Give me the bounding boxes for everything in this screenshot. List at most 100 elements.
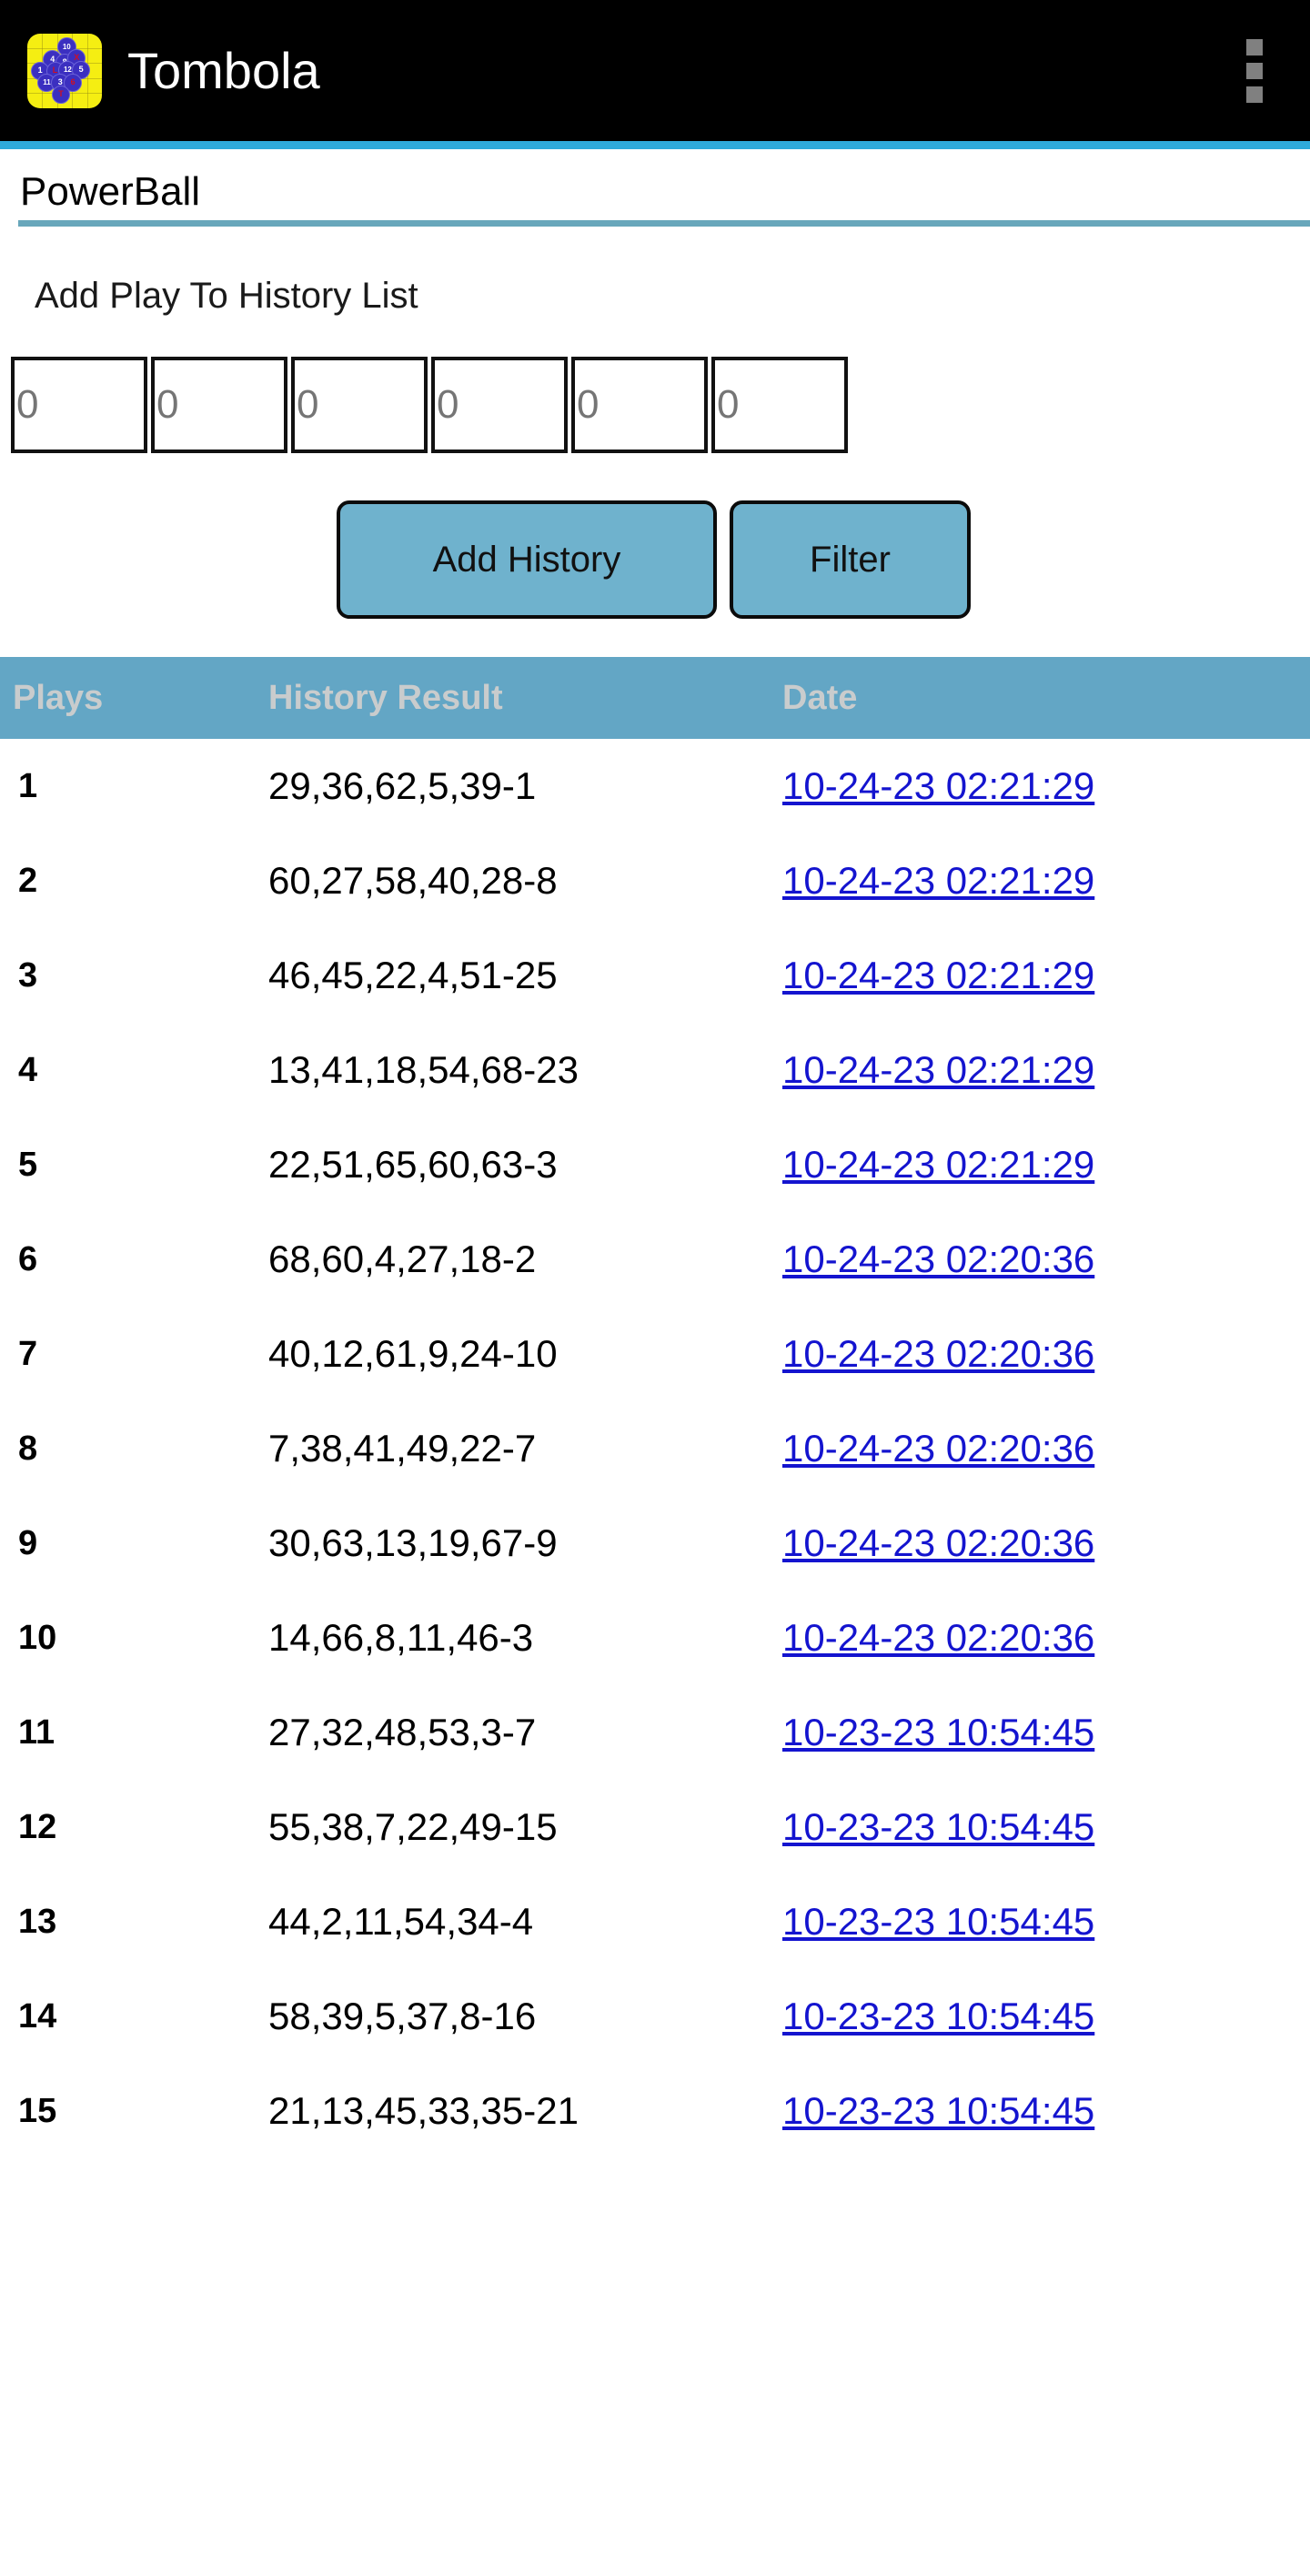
cell-history-result: 58,39,5,37,8-16 xyxy=(268,1995,537,2037)
cell-date: 10-24-23 02:20:36 xyxy=(782,1521,1310,1565)
date-link[interactable]: 10-24-23 02:21:29 xyxy=(782,954,1094,996)
date-link[interactable]: 10-23-23 10:54:45 xyxy=(782,1995,1094,2037)
cell-date: 10-24-23 02:20:36 xyxy=(782,1616,1310,1660)
history-table: Plays History Result Date 1 29,36,62,5,39… xyxy=(0,657,1310,2158)
table-row: 1 29,36,62,5,39-1 10-24-23 02:21:29 xyxy=(0,739,1310,833)
table-row: 8 7,38,41,49,22-7 10-24-23 02:20:36 xyxy=(0,1401,1310,1496)
cell-date: 10-24-23 02:20:36 xyxy=(782,1237,1310,1281)
date-link[interactable]: 10-24-23 02:20:36 xyxy=(782,1332,1094,1375)
game-selector-underline xyxy=(18,220,1310,227)
number-input-5[interactable] xyxy=(571,357,708,453)
cell-history-result: 55,38,7,22,49-15 xyxy=(268,1805,558,1848)
cell-date: 10-24-23 02:21:29 xyxy=(782,859,1310,903)
cell-history-result: 21,13,45,33,35-21 xyxy=(268,2089,579,2132)
app-title: Tombola xyxy=(127,42,320,99)
overflow-menu-icon[interactable] xyxy=(1234,30,1275,112)
cell-play-number: 3 xyxy=(18,955,38,995)
cell-date: 10-24-23 02:20:36 xyxy=(782,1427,1310,1470)
column-header-date[interactable]: Date xyxy=(782,679,1310,718)
section-label: Add Play To History List xyxy=(35,276,418,316)
cell-play-number: 11 xyxy=(18,1712,55,1752)
cell-date: 10-23-23 10:54:45 xyxy=(782,2089,1310,2133)
date-link[interactable]: 10-23-23 10:54:45 xyxy=(782,1805,1094,1848)
cell-date: 10-24-23 02:21:29 xyxy=(782,764,1310,808)
cell-history-result: 7,38,41,49,22-7 xyxy=(268,1427,537,1470)
game-selector[interactable]: PowerBall xyxy=(0,169,1310,220)
cell-history-result: 22,51,65,60,63-3 xyxy=(268,1143,558,1186)
cell-history-result: 14,66,8,11,46-3 xyxy=(268,1616,534,1659)
date-link[interactable]: 10-23-23 10:54:45 xyxy=(782,1900,1094,1943)
cell-history-result: 27,32,48,53,3-7 xyxy=(268,1711,537,1753)
cell-play-number: 4 xyxy=(18,1050,38,1089)
cell-date: 10-23-23 10:54:45 xyxy=(782,1900,1310,1944)
table-row: 13 44,2,11,54,34-4 10-23-23 10:54:45 xyxy=(0,1874,1310,1969)
cell-history-result: 46,45,22,4,51-25 xyxy=(268,954,558,996)
table-body: 1 29,36,62,5,39-1 10-24-23 02:21:29 2 60,27,… xyxy=(0,739,1310,2158)
accent-bar xyxy=(0,141,1310,149)
table-row: 2 60,27,58,40,28-8 10-24-23 02:21:29 xyxy=(0,833,1310,928)
cell-history-result: 40,12,61,9,24-10 xyxy=(268,1332,558,1375)
cell-date: 10-24-23 02:21:29 xyxy=(782,1048,1310,1092)
cell-play-number: 9 xyxy=(18,1523,38,1562)
date-link[interactable]: 10-23-23 10:54:45 xyxy=(782,1711,1094,1753)
date-link[interactable]: 10-24-23 02:21:29 xyxy=(782,1048,1094,1091)
cell-history-result: 68,60,4,27,18-2 xyxy=(268,1237,537,1280)
cell-history-result: 13,41,18,54,68-23 xyxy=(268,1048,579,1091)
number-input-row xyxy=(11,357,1310,453)
cell-play-number: 8 xyxy=(18,1429,38,1468)
overflow-dot xyxy=(1246,38,1263,56)
cell-history-result: 60,27,58,40,28-8 xyxy=(268,859,558,902)
filter-button[interactable]: Filter xyxy=(730,500,971,619)
date-link[interactable]: 10-23-23 10:54:45 xyxy=(782,2089,1094,2132)
cell-play-number: 14 xyxy=(18,1996,57,2036)
cell-play-number: 13 xyxy=(18,1902,57,1941)
cell-play-number: 6 xyxy=(18,1239,38,1278)
date-link[interactable]: 10-24-23 02:21:29 xyxy=(782,764,1094,807)
date-link[interactable]: 10-24-23 02:20:36 xyxy=(782,1521,1094,1564)
cell-play-number: 7 xyxy=(18,1334,38,1373)
date-link[interactable]: 10-24-23 02:20:36 xyxy=(782,1427,1094,1470)
app-bar: 1048X1L1251136T Tombola xyxy=(0,0,1310,141)
game-selector-wrap: PowerBall xyxy=(0,149,1310,227)
overflow-dot xyxy=(1246,62,1263,79)
cell-date: 10-24-23 02:20:36 xyxy=(782,1332,1310,1376)
table-row: 3 46,45,22,4,51-25 10-24-23 02:21:29 xyxy=(0,928,1310,1023)
date-link[interactable]: 10-24-23 02:20:36 xyxy=(782,1237,1094,1280)
tombola-app-icon: 1048X1L1251136T xyxy=(27,33,102,108)
cell-play-number: 2 xyxy=(18,861,38,900)
cell-date: 10-24-23 02:21:29 xyxy=(782,1143,1310,1187)
date-link[interactable]: 10-24-23 02:20:36 xyxy=(782,1616,1094,1659)
number-input-4[interactable] xyxy=(431,357,568,453)
cell-play-number: 5 xyxy=(18,1145,38,1184)
cell-date: 10-24-23 02:21:29 xyxy=(782,954,1310,997)
overflow-dot xyxy=(1246,86,1263,103)
cell-history-result: 29,36,62,5,39-1 xyxy=(268,764,537,807)
table-row: 14 58,39,5,37,8-16 10-23-23 10:54:45 xyxy=(0,1969,1310,2064)
action-button-row: Add History Filter xyxy=(337,500,1310,619)
icon-ball: T xyxy=(52,85,71,104)
cell-play-number: 15 xyxy=(18,2091,57,2130)
table-row: 4 13,41,18,54,68-23 10-24-23 02:21:29 xyxy=(0,1023,1310,1117)
table-row: 7 40,12,61,9,24-10 10-24-23 02:20:36 xyxy=(0,1307,1310,1401)
cell-history-result: 44,2,11,54,34-4 xyxy=(268,1900,534,1943)
date-link[interactable]: 10-24-23 02:21:29 xyxy=(782,1143,1094,1186)
date-link[interactable]: 10-24-23 02:21:29 xyxy=(782,859,1094,902)
table-row: 15 21,13,45,33,35-21 10-23-23 10:54:45 xyxy=(0,2064,1310,2158)
number-input-3[interactable] xyxy=(291,357,428,453)
number-input-1[interactable] xyxy=(11,357,147,453)
cell-date: 10-23-23 10:54:45 xyxy=(782,1711,1310,1754)
cell-date: 10-23-23 10:54:45 xyxy=(782,1995,1310,2038)
table-row: 12 55,38,7,22,49-15 10-23-23 10:54:45 xyxy=(0,1780,1310,1874)
column-header-result[interactable]: History Result xyxy=(268,679,782,718)
table-row: 9 30,63,13,19,67-9 10-24-23 02:20:36 xyxy=(0,1496,1310,1591)
table-header-row: Plays History Result Date xyxy=(0,657,1310,739)
add-history-button[interactable]: Add History xyxy=(337,500,717,619)
table-row: 6 68,60,4,27,18-2 10-24-23 02:20:36 xyxy=(0,1212,1310,1307)
cell-play-number: 10 xyxy=(18,1618,57,1657)
number-input-2[interactable] xyxy=(151,357,287,453)
number-input-6[interactable] xyxy=(711,357,848,453)
cell-date: 10-23-23 10:54:45 xyxy=(782,1805,1310,1849)
table-row: 10 14,66,8,11,46-3 10-24-23 02:20:36 xyxy=(0,1591,1310,1685)
column-header-plays[interactable]: Plays xyxy=(0,679,268,718)
table-row: 5 22,51,65,60,63-3 10-24-23 02:21:29 xyxy=(0,1117,1310,1212)
